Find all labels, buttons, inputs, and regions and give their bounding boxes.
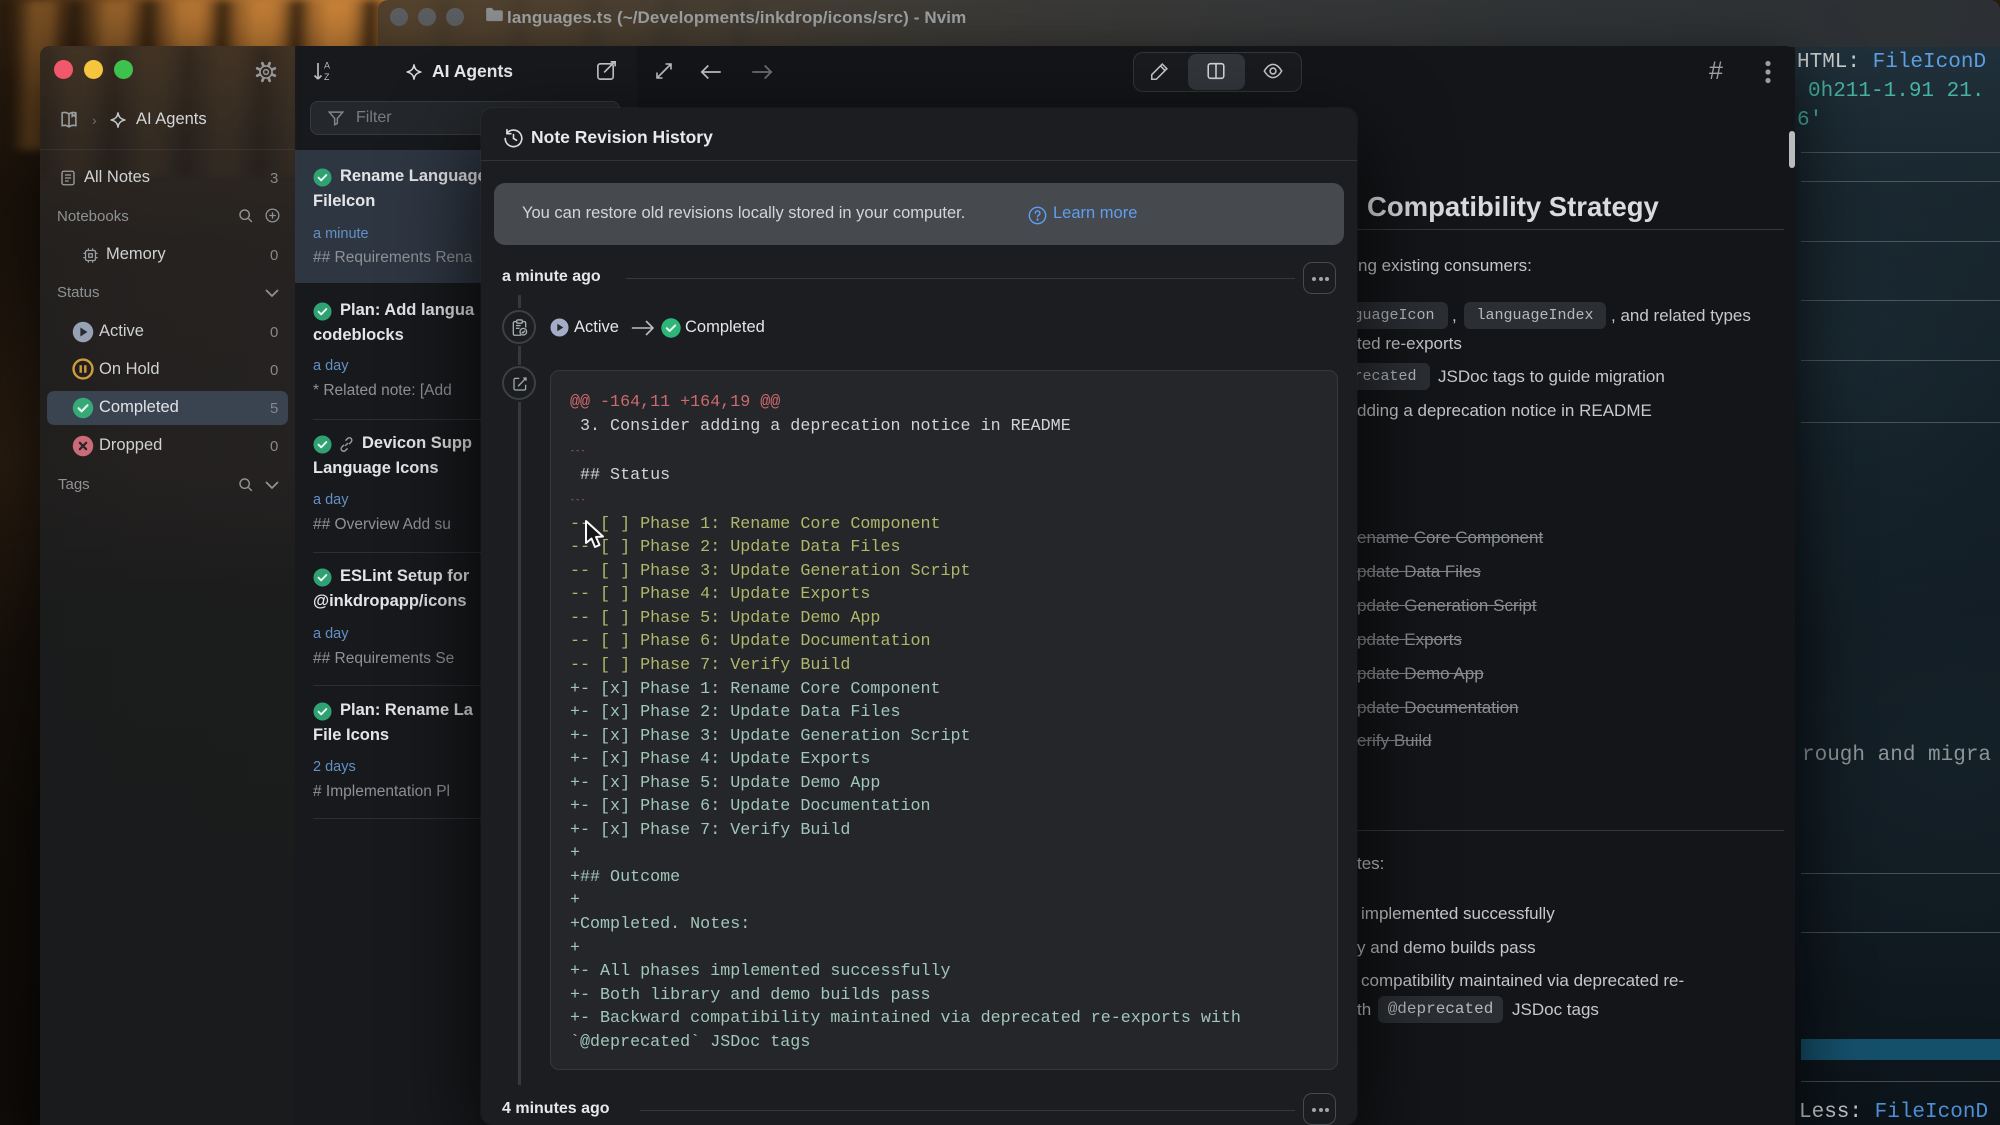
svg-text:Z: Z [324,72,330,82]
svg-text:A: A [324,61,330,71]
